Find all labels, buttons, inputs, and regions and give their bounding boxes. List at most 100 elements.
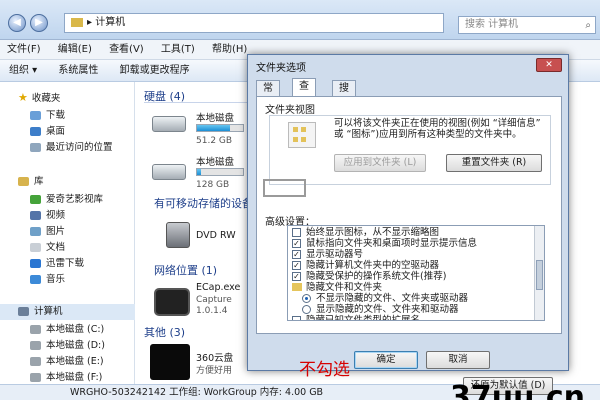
cancel-button[interactable]: 取消 [426,351,490,369]
advanced-settings-list[interactable]: 在缩略图上显示文件图标在单独的进程中打开文件夹窗口在标题栏显示完整路径(仅限经典… [287,225,545,321]
uninstall-button[interactable]: 卸载或更改程序 [111,60,199,82]
picture-icon [30,227,41,236]
drive1-name: 本地磁盘 [196,113,235,124]
menu-file[interactable]: 文件(F) [0,40,48,60]
video-icon [30,211,41,220]
address-field[interactable]: ▸ 计算机 [64,13,444,33]
cloud-name: 360云盘 [196,353,234,364]
cloud-drive-icon[interactable] [150,344,190,380]
folder-icon [292,283,302,291]
sidebar-item-desktop[interactable]: 桌面 [30,124,65,140]
back-button[interactable]: ◀ [8,14,26,32]
annotation-note: 不勾选 [299,360,350,380]
group-header-removable[interactable]: 有可移动存储的设备 [154,195,253,211]
highlight-box [263,179,306,197]
option-label: 不显示隐藏的文件、文件夹或驱动器 [316,293,469,304]
search-icon: ⌕ [585,20,591,31]
folder-view-label: 文件夹视图 [265,105,315,116]
checkbox[interactable]: ✓ [292,239,301,248]
drive-icon[interactable] [152,116,186,132]
cloud-sub: 方便好用 [196,366,233,376]
computer-icon [71,17,83,27]
sidebar-item-iqiyi[interactable]: 爱奇艺影视库 [30,192,103,208]
drive-icon [30,373,41,382]
folder-options-dialog: 文件夹选项 ✕ 常规 查看 搜索 文件夹视图 可以将该文件夹正在使用的视图(例如… [247,54,569,395]
drive-icon [30,325,41,334]
sidebar-item-thunder[interactable]: 迅雷下载 [30,256,84,272]
music-icon [30,275,41,284]
ecap-sub2: 1.0.1.4 [196,306,228,316]
recent-icon [30,143,41,152]
reset-folders-button[interactable]: 重置文件夹 (R) [446,154,542,172]
forward-button[interactable]: ▶ [30,14,48,32]
download-icon [30,111,41,120]
desktop-icon [30,127,41,136]
sidebar-item-music[interactable]: 音乐 [30,272,65,288]
option-label: 隐藏受保护的操作系统文件(推荐) [306,271,447,282]
view-tab-panel: 文件夹视图 可以将该文件夹正在使用的视图(例如 “详细信息” 或 “图标”)应用… [256,96,562,395]
library-icon [18,177,29,186]
sidebar-item-videos[interactable]: 视频 [30,208,65,224]
option-label: 显示隐藏的文件、文件夹和驱动器 [316,304,459,315]
scrollbar-thumb[interactable] [536,260,543,290]
drive1-size: 51.2 GB [196,136,233,146]
thunder-icon [30,259,41,268]
organize-button[interactable]: 组织 ▾ [0,60,46,82]
sidebar-item-recent[interactable]: 最近访问的位置 [30,140,113,156]
sidebar-drive-e[interactable]: 本地磁盘 (E:) [30,354,104,370]
camera-icon[interactable] [154,288,190,316]
computer-icon [18,307,29,316]
search-placeholder: 搜索 计算机 [465,19,519,30]
dvd-drive-label: DVD RW [196,230,236,241]
group-header-hard-disks[interactable]: 硬盘 (4) [144,88,504,104]
drive-icon [30,357,41,366]
sidebar-item-downloads[interactable]: 下载 [30,108,65,124]
sidebar-drive-d[interactable]: 本地磁盘 (D:) [30,338,105,354]
group-header-other[interactable]: 其他 (3) [144,324,185,340]
menu-tools[interactable]: 工具(T) [154,40,202,60]
drive1-usage-bar [196,124,244,132]
video-library-icon [30,195,41,204]
radio-button[interactable] [302,305,311,314]
document-icon [30,243,41,252]
tab-view[interactable]: 查看 [292,78,316,108]
menu-edit[interactable]: 编辑(E) [51,40,99,60]
menu-view[interactable]: 查看(V) [102,40,151,60]
tab-search[interactable]: 搜索 [332,80,356,110]
option-label: 隐藏文件和文件夹 [306,282,383,293]
status-text: WRGHO-503242142 工作组: WorkGroup 内存: 4.00 … [70,387,324,398]
close-icon[interactable]: ✕ [536,58,562,72]
sidebar-favorites[interactable]: ★ 收藏夹 [18,90,60,106]
dialog-title: 文件夹选项 [256,63,306,74]
list-scrollbar[interactable] [534,226,544,320]
tab-general[interactable]: 常规 [256,80,280,110]
drive-icon[interactable] [152,164,186,180]
star-icon: ★ [18,91,28,104]
option-label: 始终显示图标，从不显示缩略图 [306,227,440,238]
checkbox[interactable]: ✓ [292,250,301,259]
sidebar-item-documents[interactable]: 文档 [30,240,65,256]
option-label: 隐藏已知文件类型的扩展名 [306,315,421,321]
option-label: 鼠标指向文件夹和桌面项时显示提示信息 [306,238,478,249]
sidebar-item-pictures[interactable]: 图片 [30,224,65,240]
folder-view-icon [288,122,316,148]
drive2-usage-bar [196,168,244,176]
address-path: 计算机 [95,17,126,28]
drive2-name: 本地磁盘 [196,157,235,168]
drive2-size: 128 GB [196,180,230,190]
dvd-drive-icon[interactable] [166,222,190,248]
search-input[interactable]: 搜索 计算机 ⌕ [458,16,596,34]
ok-button[interactable]: 确定 [354,351,418,369]
sidebar-drive-c[interactable]: 本地磁盘 (C:) [30,322,104,338]
sidebar-computer[interactable]: 计算机 [0,304,135,320]
radio-button[interactable] [302,294,311,303]
checkbox[interactable]: ✓ [292,272,301,281]
system-properties-button[interactable]: 系统属性 [49,60,107,82]
sidebar-library[interactable]: 库 [18,174,44,190]
checkbox[interactable] [292,316,301,320]
navigation-pane: ★ 收藏夹 下载 桌面 最近访问的位置 库 爱奇艺影视库 视频 图片 文档 迅雷下… [0,82,135,392]
apply-to-folders-button[interactable]: 应用到文件夹 (L) [334,154,426,172]
checkbox[interactable] [292,228,301,237]
checkbox[interactable]: ✓ [292,261,301,270]
group-header-network[interactable]: 网络位置 (1) [154,262,217,278]
